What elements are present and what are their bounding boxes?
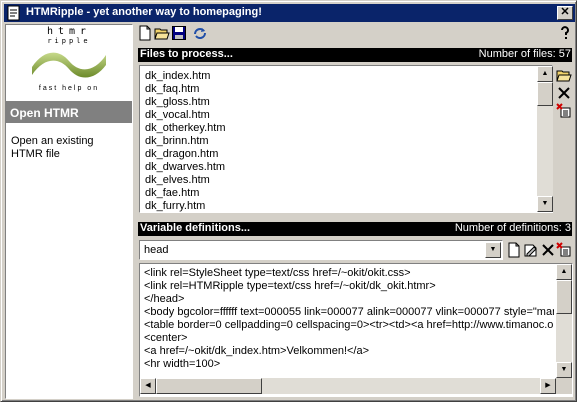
editor-text: <link rel=StyleSheet type=text/css href=… bbox=[144, 267, 554, 371]
logo-tagline: fast help on bbox=[38, 85, 100, 92]
htmr-logo: htmr ripple fast help on bbox=[6, 25, 132, 97]
editor-scroll-up-button[interactable]: ▲ bbox=[556, 264, 572, 280]
dropdown-button[interactable]: ▼ bbox=[485, 242, 501, 258]
file-list-item[interactable]: dk_fae.htm bbox=[145, 187, 552, 200]
editor-line: <a href=/~okit/dk_index.htm>Velkommen!</… bbox=[144, 345, 370, 357]
files-section-title: Files to process... bbox=[140, 48, 233, 60]
files-section-header: Files to process... Number of files: 57 bbox=[138, 48, 572, 62]
file-list-item[interactable]: dk_otherkey.htm bbox=[145, 122, 552, 135]
new-file-icon[interactable] bbox=[137, 25, 153, 41]
new-variable-icon[interactable] bbox=[506, 242, 522, 258]
variable-editor[interactable]: <link rel=StyleSheet type=text/css href=… bbox=[139, 263, 573, 397]
file-list-item[interactable]: dk_dragon.htm bbox=[145, 148, 552, 161]
close-button[interactable]: ✕ bbox=[557, 6, 573, 20]
file-list-item[interactable]: dk_brinn.htm bbox=[145, 135, 552, 148]
files-list: dk_index.htm dk_faq.htm dk_gloss.htm dk_voc… bbox=[140, 66, 552, 212]
editor-line: </head> bbox=[144, 293, 185, 305]
chevron-down-icon: ▼ bbox=[489, 246, 497, 253]
file-list-item[interactable]: dk_furry.htm bbox=[145, 200, 552, 212]
variables-count: Number of definitions: 3 bbox=[454, 222, 571, 234]
save-disk-icon[interactable] bbox=[171, 25, 187, 41]
file-list-item[interactable]: dk_index.htm bbox=[145, 70, 552, 83]
panel-description: Open an existing HTMR file bbox=[11, 135, 94, 160]
editor-line: <center> bbox=[144, 332, 188, 344]
window-title: HTMRipple - yet another way to homepagin… bbox=[26, 6, 262, 18]
app-icon bbox=[6, 5, 22, 21]
variable-select[interactable]: head ▼ bbox=[139, 240, 503, 260]
delete-variable-icon[interactable] bbox=[540, 242, 556, 258]
logo-ripple-text: ripple bbox=[47, 37, 91, 45]
editor-line: <body bgcolor=ffffff text=000055 link=00… bbox=[144, 306, 554, 318]
editor-line: <link rel=StyleSheet type=text/css href=… bbox=[144, 267, 411, 279]
rename-variable-icon[interactable] bbox=[523, 242, 539, 258]
files-side-toolbar bbox=[555, 65, 573, 125]
title-bar[interactable]: HTMRipple - yet another way to homepagin… bbox=[4, 4, 575, 22]
scrollbar-corner bbox=[556, 378, 572, 394]
close-icon: ✕ bbox=[560, 6, 570, 18]
editor-vscrollbar[interactable]: ▲ ▼ bbox=[556, 264, 572, 378]
editor-hscrollbar[interactable]: ◀ ▶ bbox=[140, 378, 556, 394]
help-icon[interactable] bbox=[557, 25, 573, 41]
scroll-thumb[interactable] bbox=[537, 82, 553, 106]
variables-section-header: Variable definitions... Number of defini… bbox=[138, 222, 572, 236]
editor-line: <hr width=100> bbox=[144, 358, 221, 370]
file-list-item[interactable]: dk_dwarves.htm bbox=[145, 161, 552, 174]
files-listbox[interactable]: dk_index.htm dk_faq.htm dk_gloss.htm dk_voc… bbox=[139, 65, 553, 213]
file-list-item[interactable]: dk_faq.htm bbox=[145, 83, 552, 96]
file-list-item[interactable]: dk_gloss.htm bbox=[145, 96, 552, 109]
main-toolbar bbox=[136, 24, 574, 44]
editor-hscroll-thumb[interactable] bbox=[156, 378, 262, 394]
refresh-icon[interactable] bbox=[192, 25, 208, 41]
editor-line: <table border=0 cellpadding=0 cellspacin… bbox=[144, 319, 554, 331]
editor-line: <link rel=HTMRipple type=text/css href=/… bbox=[144, 280, 436, 292]
variable-select-value: head bbox=[144, 244, 169, 256]
open-folder-icon[interactable] bbox=[154, 25, 170, 41]
file-list-item[interactable]: dk_vocal.htm bbox=[145, 109, 552, 122]
editor-scroll-left-button[interactable]: ◀ bbox=[140, 378, 156, 394]
logo-htmr-text: htmr bbox=[46, 26, 92, 37]
add-files-icon[interactable] bbox=[556, 67, 572, 83]
files-scrollbar[interactable]: ▲ ▼ bbox=[537, 66, 553, 212]
variables-section-title: Variable definitions... bbox=[140, 222, 251, 234]
app-window: HTMRipple - yet another way to homepagin… bbox=[0, 0, 577, 402]
variable-toolbar bbox=[506, 241, 572, 259]
editor-scroll-right-button[interactable]: ▶ bbox=[540, 378, 556, 394]
left-info-panel: htmr ripple fast help on Open HTMR Open … bbox=[5, 24, 133, 399]
clear-list-icon[interactable] bbox=[556, 103, 572, 119]
remove-file-icon[interactable] bbox=[556, 85, 572, 101]
files-count: Number of files: 57 bbox=[478, 48, 571, 60]
clear-variables-icon[interactable] bbox=[556, 242, 572, 258]
scroll-up-button[interactable]: ▲ bbox=[537, 66, 553, 82]
scroll-down-button[interactable]: ▼ bbox=[537, 196, 553, 212]
panel-heading: Open HTMR bbox=[6, 101, 132, 123]
file-list-item[interactable]: dk_elves.htm bbox=[145, 174, 552, 187]
ripple-wave-icon bbox=[32, 52, 106, 78]
editor-scroll-down-button[interactable]: ▼ bbox=[556, 362, 572, 378]
editor-vscroll-thumb[interactable] bbox=[556, 280, 572, 314]
